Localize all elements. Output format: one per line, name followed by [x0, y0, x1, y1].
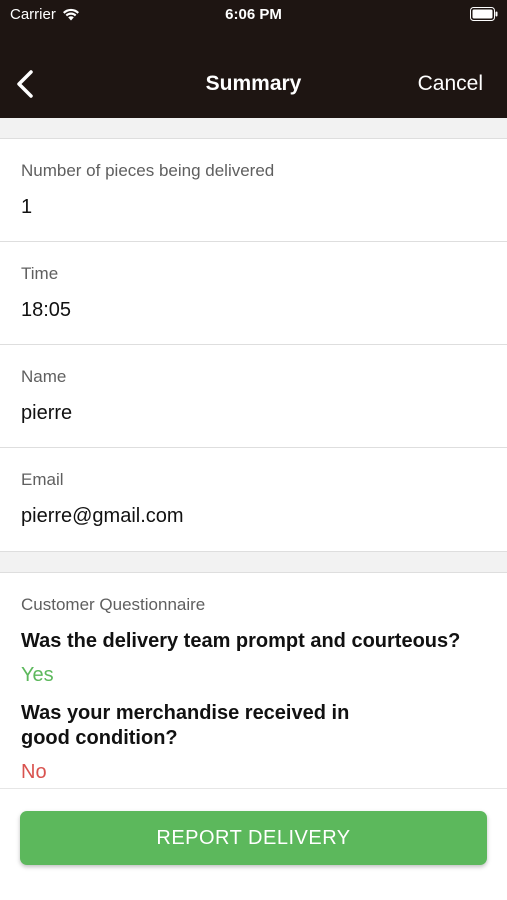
field-value: 18:05	[21, 299, 72, 321]
battery-icon	[470, 7, 498, 21]
status-time: 6:06 PM	[225, 6, 282, 23]
summary-content[interactable]: Number of pieces being delivered 1 Time …	[0, 118, 507, 788]
field-pieces: Number of pieces being delivered 1	[0, 139, 507, 242]
field-value: 1	[21, 196, 33, 218]
field-label: Number of pieces being delivered	[21, 161, 275, 180]
footer: REPORT DELIVERY	[0, 788, 507, 900]
field-label: Name	[21, 367, 67, 386]
field-name: Name pierre	[0, 345, 507, 448]
answer-value: No	[21, 761, 47, 783]
status-bar: Carrier 6:06 PM	[0, 0, 507, 30]
header: Carrier 6:06 PM Summary Cancel	[0, 0, 507, 118]
field-label: Time	[21, 264, 59, 283]
delivery-details-card: Number of pieces being delivered 1 Time …	[0, 138, 507, 552]
nav-bar: Summary Cancel	[0, 52, 507, 116]
field-time: Time 18:05	[0, 242, 507, 345]
question-text: Was your merchandise received in good co…	[21, 702, 350, 749]
answer-value: Yes	[21, 664, 54, 686]
cancel-button[interactable]: Cancel	[418, 72, 483, 96]
questionnaire-card: Customer Questionnaire Was the delivery …	[0, 572, 507, 788]
questionnaire-heading: Customer Questionnaire	[21, 595, 206, 614]
field-value: pierre	[21, 402, 73, 424]
field-value: pierre@gmail.com	[21, 505, 184, 527]
field-label: Email	[21, 470, 64, 489]
report-delivery-button[interactable]: REPORT DELIVERY	[20, 811, 487, 865]
question-text: Was the delivery team prompt and courteo…	[21, 630, 461, 652]
field-email: Email pierre@gmail.com	[0, 448, 507, 551]
summary-screen: Carrier 6:06 PM Summary Cancel Number of…	[0, 0, 507, 900]
